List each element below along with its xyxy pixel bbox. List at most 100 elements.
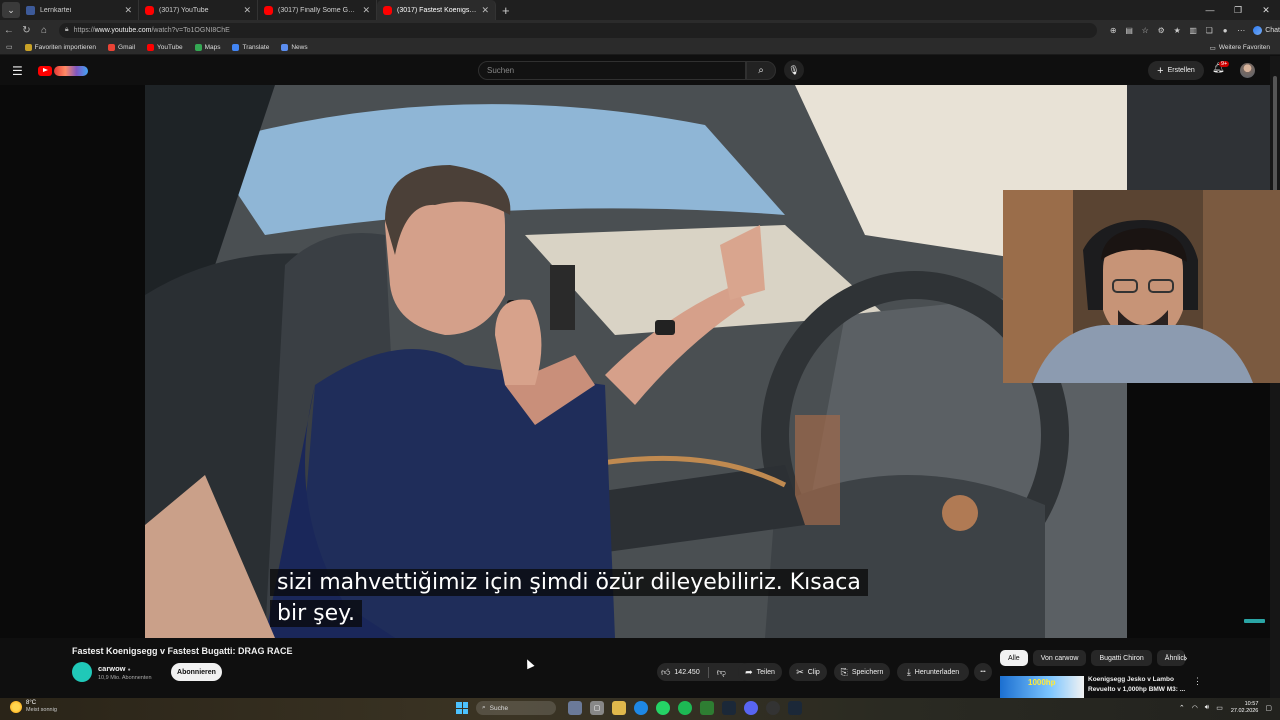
steam-icon[interactable] (722, 701, 736, 715)
share-button[interactable]: ➦ Teilen (738, 663, 782, 681)
save-button[interactable]: ⎘ Speichern (834, 663, 890, 681)
home-icon[interactable]: ⌂ (35, 25, 53, 36)
browser-tab-koenigsegg[interactable]: (3017) Fastest Koenigsegg v F ✕ (377, 0, 496, 20)
browser-tab-lernkartei[interactable]: Lernkartei ✕ (20, 0, 139, 20)
back-icon[interactable]: ← (0, 25, 18, 36)
bookmark-maps[interactable]: Maps (194, 43, 220, 51)
notifications-icon[interactable]: ▢ (1265, 704, 1272, 712)
refresh-icon[interactable]: ↻ (18, 25, 36, 36)
close-tab-icon[interactable]: ✕ (362, 5, 370, 16)
chevron-right-icon[interactable]: › (1184, 653, 1187, 664)
taskbar-apps: ⌕ Suche ▢ (456, 701, 806, 715)
close-tab-icon[interactable]: ✕ (243, 5, 251, 16)
youtube-header: ☰ Suchen ⌕ 🎙︎ + Erstellen 🔔︎ 9+ (0, 56, 1270, 85)
copilot-chat-button[interactable]: Chat (1253, 25, 1280, 35)
more-actions-button[interactable]: ••• (974, 663, 992, 681)
task-view-icon[interactable]: ▢ (590, 701, 604, 715)
share-icon: ➦ (745, 666, 753, 677)
search-button[interactable]: ⌕ (746, 61, 776, 80)
copilot-app-icon[interactable] (568, 701, 582, 715)
whatsapp-icon[interactable] (656, 701, 670, 715)
news-icon (281, 43, 289, 51)
youtube-icon (264, 5, 273, 15)
bookmark-news[interactable]: News (281, 43, 308, 51)
battery-icon[interactable]: ▭ (1216, 704, 1223, 712)
menu-icon[interactable]: ☰ (12, 64, 28, 78)
browser-tab-youtube[interactable]: (3017) YouTube ✕ (139, 0, 258, 20)
folder-icon: ▭ (1209, 44, 1216, 52)
create-button[interactable]: + Erstellen (1148, 61, 1204, 80)
channel-name[interactable]: carwow ● (98, 664, 131, 673)
url-field[interactable]: 🔒︎ https://www.youtube.com/watch?v=To1OG… (58, 22, 1098, 38)
bookmark-import[interactable]: Favoriten importieren (24, 43, 96, 51)
new-tab-icon[interactable]: + (502, 3, 510, 18)
bookmark-gmail[interactable]: Gmail (108, 43, 135, 51)
collections-icon[interactable]: ❏ (1201, 26, 1217, 35)
chat-label: Chat (1265, 26, 1280, 34)
minimize-icon[interactable]: — (1196, 5, 1224, 15)
weather-desc: Meist sonnig (26, 707, 57, 713)
chip-from-carwow[interactable]: Von carwow (1032, 650, 1087, 666)
video-subtitles: sizi mahvettiğimiz için şimdi özür diley… (270, 567, 880, 629)
download-button[interactable]: ⤓ Herunterladen (897, 663, 969, 681)
obs-icon[interactable] (766, 701, 780, 715)
close-window-icon[interactable]: ✕ (1252, 5, 1280, 16)
sidebar-toggle-icon[interactable]: ▭ (6, 43, 13, 51)
split-screen-icon[interactable]: ▥ (1185, 26, 1201, 35)
tab-actions-button[interactable]: ⌄ (2, 2, 20, 18)
taskbar-search[interactable]: ⌕ Suche (476, 701, 556, 715)
excel-icon[interactable] (700, 701, 714, 715)
discord-icon[interactable] (744, 701, 758, 715)
bookmark-youtube[interactable]: YouTube (147, 43, 183, 51)
file-explorer-icon[interactable] (612, 701, 626, 715)
chip-bugatti-chiron[interactable]: Bugatti Chiron (1091, 650, 1152, 666)
clip-button[interactable]: ✂ Clip (789, 663, 827, 681)
youtube-logo[interactable] (38, 65, 88, 76)
like-button[interactable]: 👍︎ 142.450 (661, 666, 709, 678)
voice-search-button[interactable]: 🎙︎ (784, 60, 804, 80)
taskbar-search-label: Suche (489, 704, 509, 712)
channel-name-label: carwow (98, 664, 126, 673)
chip-all[interactable]: Alle (1000, 650, 1028, 666)
download-icon: ⤓ (906, 666, 911, 677)
window-controls: — ❐ ✕ (1196, 0, 1280, 20)
dislike-button[interactable]: 👎︎ (709, 667, 726, 678)
chip-similar[interactable]: Ähnlich (1156, 650, 1185, 666)
toolbar-icons: ⊕ ▤ ☆ ⚙ ★ ▥ ❏ ● ⋯ (1105, 26, 1249, 35)
thumbs-down-icon: 👎︎ (716, 666, 726, 677)
lock-icon: 🔒︎ (64, 26, 69, 33)
chevron-up-icon[interactable]: ⌃ (1179, 704, 1185, 712)
more-vert-icon[interactable]: ⋮ (1193, 676, 1202, 687)
steam-client-icon[interactable] (788, 701, 802, 715)
favorites-icon[interactable]: ★ (1169, 26, 1185, 35)
browser-tab-good-news[interactable]: (3017) Finally Some Good News A ✕ (258, 0, 377, 20)
close-tab-icon[interactable]: ✕ (481, 5, 489, 16)
spotify-icon[interactable] (678, 701, 692, 715)
search-icon: ⌕ (482, 704, 486, 711)
recommended-video-title[interactable]: Koenigsegg Jesko v Lambo Revuelto v 1,00… (1088, 675, 1190, 695)
volume-icon[interactable]: 🔊︎ (1205, 704, 1209, 712)
video-frame[interactable] (145, 85, 1127, 638)
windows-start-icon[interactable] (456, 702, 468, 714)
favorite-star-icon[interactable]: ☆ (1137, 26, 1153, 35)
recommended-video-thumbnail[interactable]: 1000hp (1000, 676, 1084, 698)
more-bookmarks[interactable]: ▭ Weitere Favoriten (1210, 40, 1270, 55)
save-label: Speichern (851, 668, 884, 676)
reader-icon[interactable]: ▤ (1121, 26, 1137, 35)
profile-icon[interactable]: ● (1217, 26, 1233, 35)
account-avatar[interactable] (1240, 63, 1255, 78)
settings-more-icon[interactable]: ⋯ (1233, 26, 1249, 35)
search-input[interactable]: Suchen (478, 61, 746, 80)
extensions-icon[interactable]: ⚙ (1153, 26, 1169, 35)
wifi-icon[interactable]: ◠ (1192, 704, 1198, 712)
weather-widget[interactable]: 8°C Meist sonnig (10, 700, 57, 714)
search-placeholder: Suchen (487, 66, 515, 75)
maximize-icon[interactable]: ❐ (1224, 5, 1252, 16)
close-tab-icon[interactable]: ✕ (124, 5, 132, 16)
subscribe-button[interactable]: Abonnieren (171, 663, 222, 681)
bookmark-translate[interactable]: Translate (232, 43, 269, 51)
taskbar-clock[interactable]: 10:57 27.02.2026 (1231, 701, 1259, 715)
edge-icon[interactable] (634, 701, 648, 715)
translate-icon[interactable]: ⊕ (1105, 26, 1121, 35)
channel-avatar[interactable] (72, 662, 92, 682)
